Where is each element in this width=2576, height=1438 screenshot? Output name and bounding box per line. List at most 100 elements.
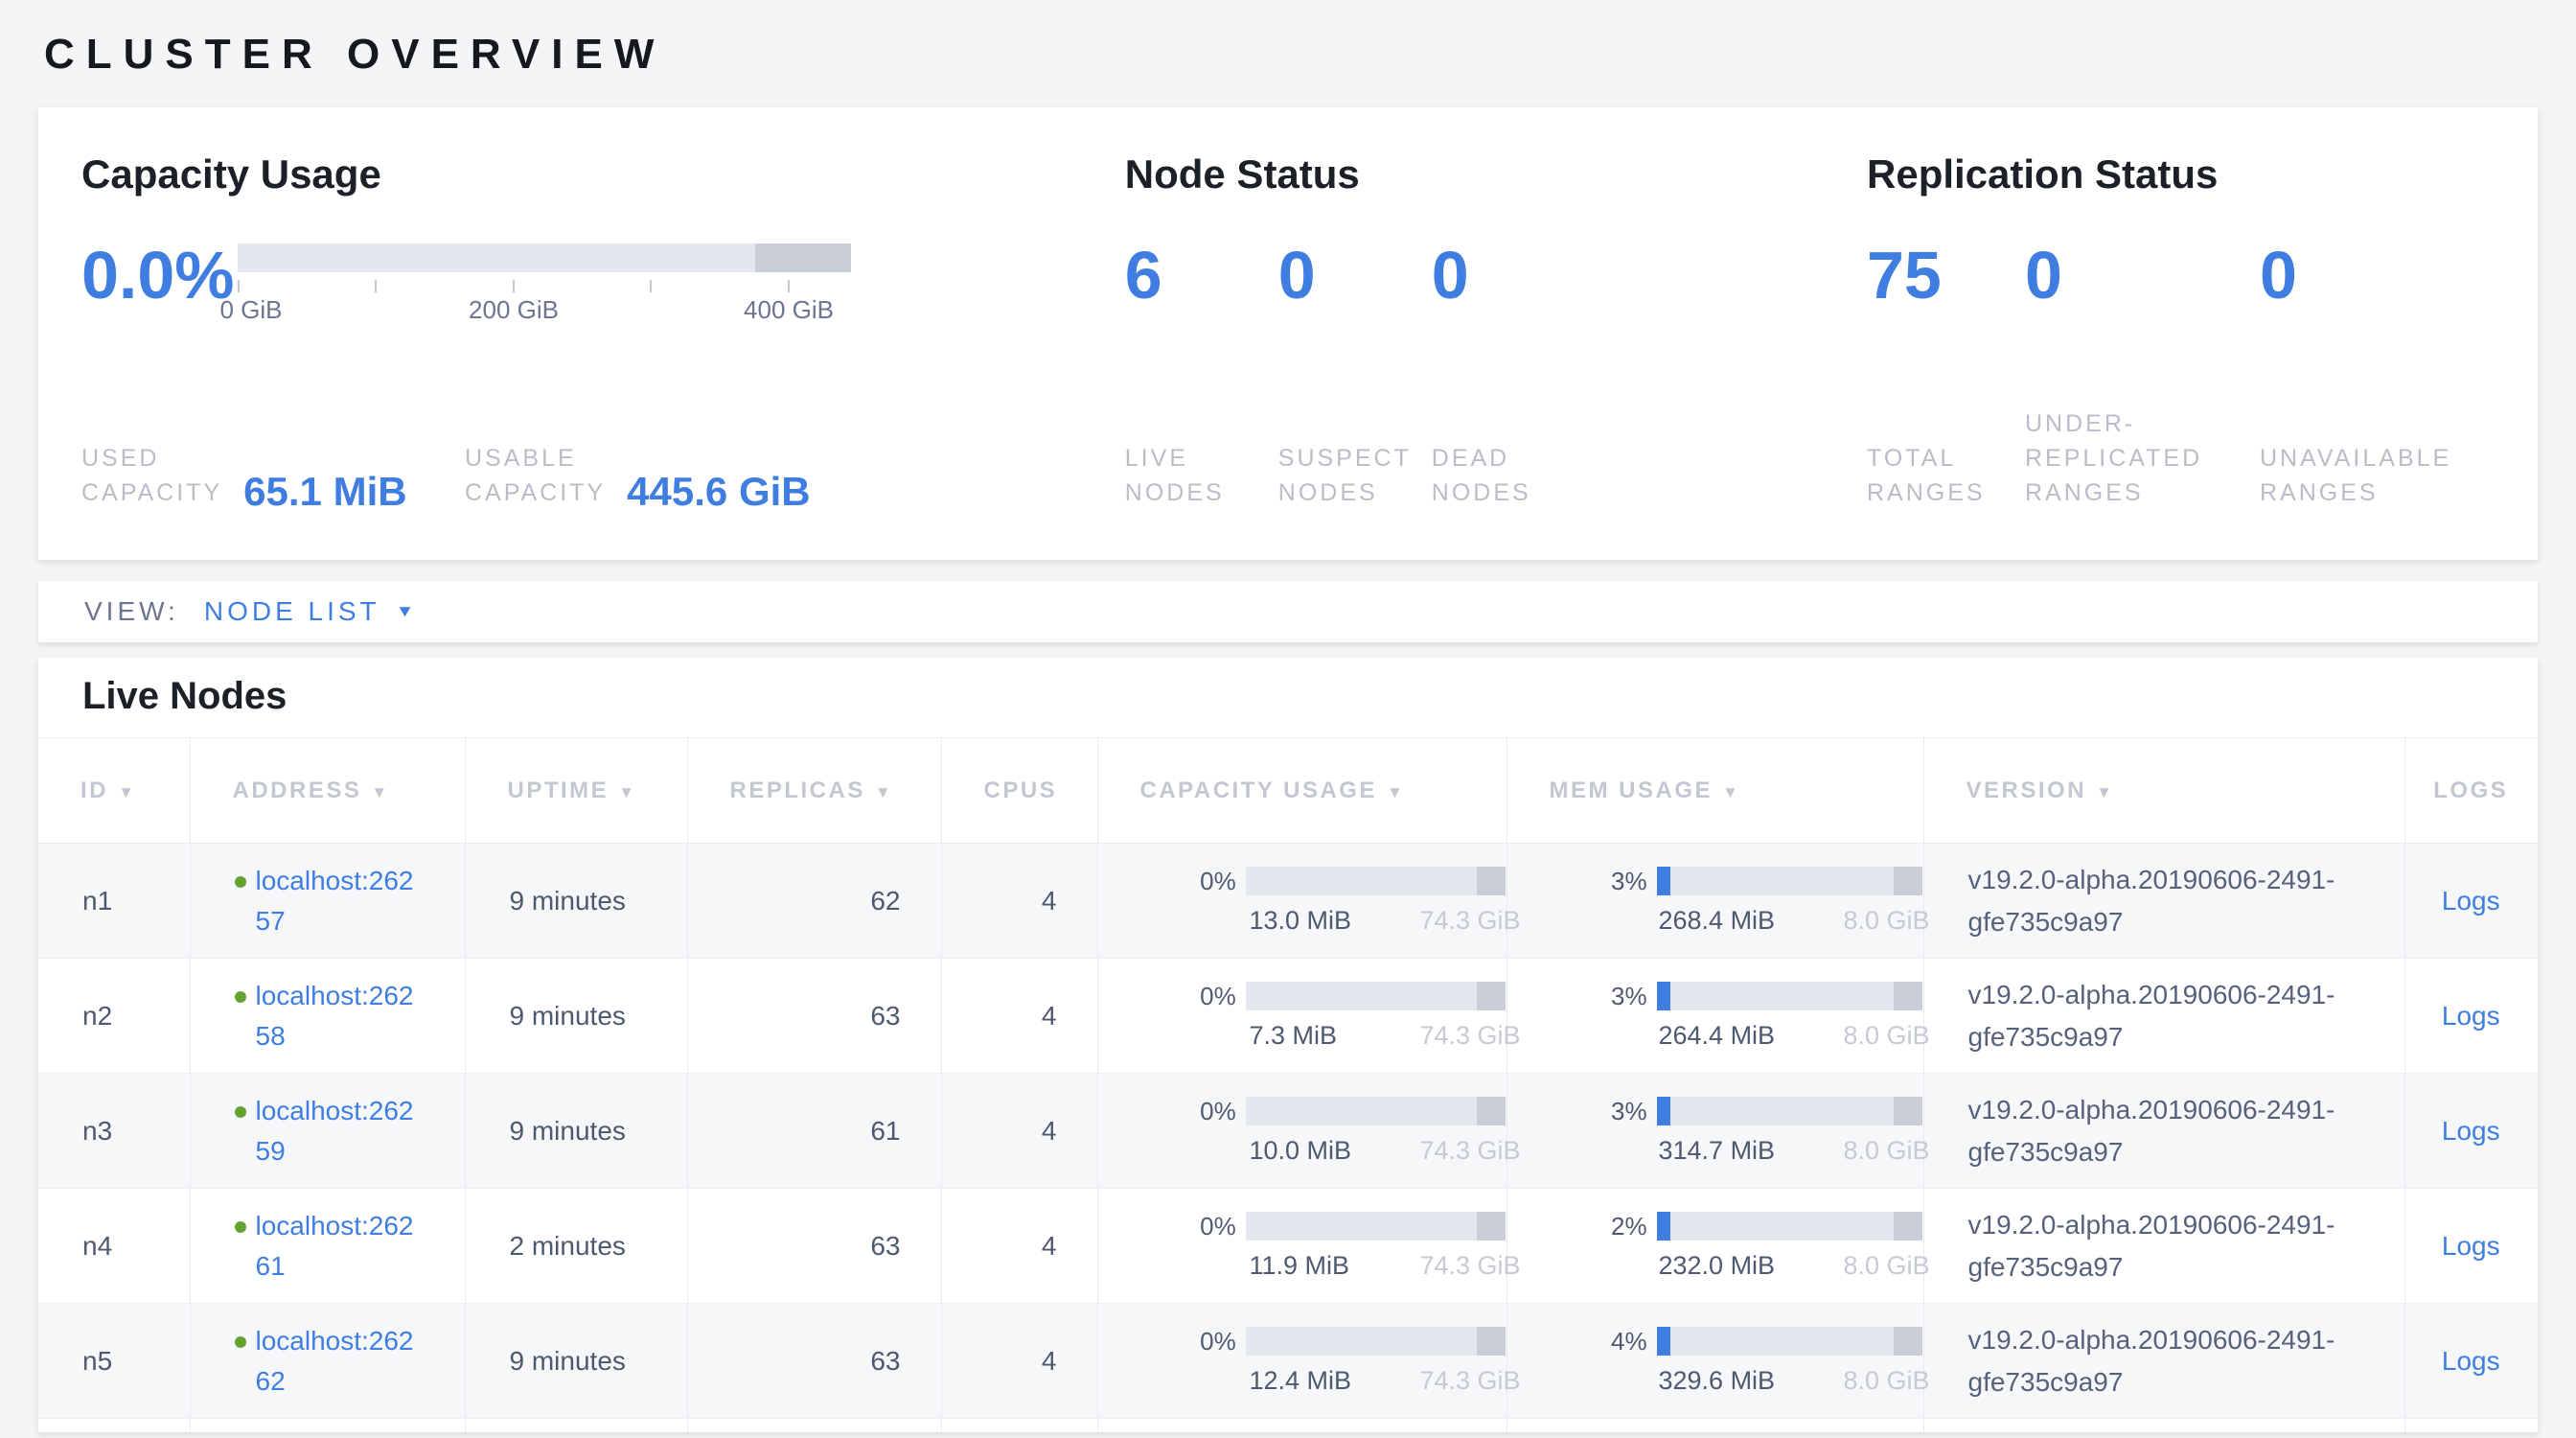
capacity-usage-cell: 0% 10.0 MiB74.3 GiB bbox=[1142, 1097, 1506, 1166]
suspect-nodes-label: SUSPECT NODES bbox=[1278, 441, 1432, 510]
node-address-link[interactable]: localhost:26257 bbox=[256, 861, 414, 941]
capacity-usage-cell: 0% 12.4 MiB74.3 GiB bbox=[1142, 1327, 1506, 1396]
view-selector-bar: VIEW: NODE LIST ▼ bbox=[38, 581, 2538, 642]
column-header-version[interactable]: VERSION▼ bbox=[1923, 738, 2404, 844]
node-id: n4 bbox=[38, 1189, 190, 1304]
sort-icon: ▼ bbox=[371, 783, 389, 801]
node-version: v19.2.0-alpha.20190606-2491-gfe735c9a97 bbox=[1968, 974, 2400, 1058]
mem-mini-bar bbox=[1657, 1097, 1922, 1125]
table-row-n2: n2 localhost:26258 9 minutes 63 4 0% 7.3… bbox=[38, 959, 2538, 1074]
node-uptime: 9 minutes bbox=[465, 959, 687, 1074]
usable-capacity-stat: USABLE CAPACITY 445.6 GiB bbox=[465, 441, 811, 510]
dead-nodes-label: DEAD NODES bbox=[1432, 441, 1585, 510]
sort-icon: ▼ bbox=[1387, 783, 1405, 801]
node-cpus: 4 bbox=[941, 1304, 1097, 1419]
live-nodes-title: Live Nodes bbox=[38, 658, 2538, 737]
live-status-dot bbox=[235, 1106, 246, 1118]
column-header-cpus: CPUS bbox=[941, 738, 1097, 844]
usable-capacity-value: 445.6 GiB bbox=[627, 474, 810, 510]
suspect-nodes-count: 0 bbox=[1278, 242, 1432, 309]
node-replicas: 61 bbox=[687, 1074, 941, 1189]
capacity-bar-reserved-segment bbox=[755, 244, 851, 272]
live-nodes-card: Live Nodes ID▼ ADDRESS▼ UPTIME▼ REPLICAS… bbox=[38, 658, 2538, 1432]
node-status-title: Node Status bbox=[1125, 151, 1867, 197]
view-dropdown[interactable]: NODE LIST ▼ bbox=[204, 596, 419, 627]
logs-link[interactable]: Logs bbox=[2442, 1346, 2500, 1376]
column-header-id[interactable]: ID▼ bbox=[38, 738, 190, 844]
page-title: CLUSTER OVERVIEW bbox=[44, 31, 2538, 79]
node-cpus: 4 bbox=[941, 1074, 1097, 1189]
mem-mini-bar bbox=[1657, 867, 1922, 895]
total-ranges-label: TOTAL RANGES bbox=[1867, 441, 2025, 510]
node-id: n3 bbox=[38, 1074, 190, 1189]
column-header-address[interactable]: ADDRESS▼ bbox=[190, 738, 465, 844]
node-address-link[interactable]: localhost:26259 bbox=[256, 1091, 414, 1171]
column-header-mem-usage[interactable]: MEM USAGE▼ bbox=[1506, 738, 1923, 844]
logs-link[interactable]: Logs bbox=[2442, 1231, 2500, 1261]
node-version: v19.2.0-alpha.20190606-2491-gfe735c9a97 bbox=[1968, 1204, 2400, 1288]
mem-usage-cell: 3% 264.4 MiB8.0 GiB bbox=[1552, 982, 1922, 1051]
node-address-link[interactable]: localhost:26262 bbox=[256, 1321, 414, 1402]
dead-nodes-count: 0 bbox=[1432, 242, 1585, 309]
capacity-axis-labels: 0 GiB 200 GiB 400 GiB bbox=[238, 295, 851, 326]
view-label: VIEW: bbox=[84, 596, 179, 627]
table-header-row: ID▼ ADDRESS▼ UPTIME▼ REPLICAS▼ CPUS CAPA… bbox=[38, 738, 2538, 844]
chevron-down-icon: ▼ bbox=[396, 602, 419, 621]
node-id: n2 bbox=[38, 959, 190, 1074]
column-header-uptime[interactable]: UPTIME▼ bbox=[465, 738, 687, 844]
node-version: v19.2.0-alpha.20190606-2491-gfe735c9a97 bbox=[1968, 1089, 2400, 1173]
node-replicas: 63 bbox=[687, 1304, 941, 1419]
axis-label-200: 200 GiB bbox=[469, 295, 559, 325]
cluster-summary-card: Capacity Usage 0.0% 0 GiB 200 GiB bbox=[38, 107, 2538, 560]
capacity-usage-cell: 0% 11.9 MiB74.3 GiB bbox=[1142, 1212, 1506, 1281]
logs-link[interactable]: Logs bbox=[2442, 1001, 2500, 1031]
under-replicated-ranges-label: UNDER- REPLICATED RANGES bbox=[2025, 406, 2260, 510]
capacity-mini-bar bbox=[1246, 982, 1506, 1010]
node-status-section: Node Status 6 0 0 LIVE NODES SUSPECT NOD… bbox=[1125, 151, 1867, 516]
under-replicated-ranges-count: 0 bbox=[2025, 242, 2260, 309]
node-cpus: 4 bbox=[941, 844, 1097, 959]
logs-link[interactable]: Logs bbox=[2442, 886, 2500, 916]
used-capacity-stat: USED CAPACITY 65.1 MiB bbox=[81, 441, 465, 510]
live-nodes-label: LIVE NODES bbox=[1125, 441, 1278, 510]
node-uptime: 2 minutes bbox=[465, 1189, 687, 1304]
node-id: n5 bbox=[38, 1304, 190, 1419]
capacity-bar bbox=[238, 244, 851, 272]
node-replicas: 63 bbox=[687, 959, 941, 1074]
node-replicas: 62 bbox=[687, 844, 941, 959]
usable-capacity-label: USABLE CAPACITY bbox=[465, 441, 606, 510]
total-ranges-count: 75 bbox=[1867, 242, 2025, 309]
live-nodes-table: ID▼ ADDRESS▼ UPTIME▼ REPLICAS▼ CPUS CAPA… bbox=[38, 737, 2538, 1432]
mem-usage-cell: 3% 268.4 MiB8.0 GiB bbox=[1552, 867, 1922, 936]
live-status-dot bbox=[235, 1221, 246, 1233]
mem-usage-cell: 3% 314.7 MiB8.0 GiB bbox=[1552, 1097, 1922, 1166]
column-header-replicas[interactable]: REPLICAS▼ bbox=[687, 738, 941, 844]
table-row-n4: n4 localhost:26261 2 minutes 63 4 0% 11.… bbox=[38, 1189, 2538, 1304]
column-header-capacity-usage[interactable]: CAPACITY USAGE▼ bbox=[1097, 738, 1506, 844]
axis-label-400: 400 GiB bbox=[744, 295, 834, 325]
capacity-axis-ticks bbox=[238, 280, 851, 293]
mem-mini-bar bbox=[1657, 982, 1922, 1010]
sort-icon: ▼ bbox=[118, 783, 136, 801]
node-address-link[interactable]: localhost:26261 bbox=[256, 1206, 414, 1287]
live-status-dot bbox=[235, 991, 246, 1003]
capacity-mini-bar bbox=[1246, 1327, 1506, 1356]
capacity-usage-cell: 0% 13.0 MiB74.3 GiB bbox=[1142, 867, 1506, 936]
node-uptime: 9 minutes bbox=[465, 1304, 687, 1419]
node-address-link[interactable]: localhost:26258 bbox=[256, 976, 414, 1056]
capacity-usage-cell: 0% 7.3 MiB74.3 GiB bbox=[1142, 982, 1506, 1051]
capacity-mini-bar bbox=[1246, 1212, 1506, 1241]
node-replicas: 63 bbox=[687, 1189, 941, 1304]
unavailable-ranges-label: UNAVAILABLE RANGES bbox=[2260, 441, 2495, 510]
capacity-usage-section: Capacity Usage 0.0% 0 GiB 200 GiB bbox=[81, 151, 1125, 516]
used-capacity-value: 65.1 MiB bbox=[243, 474, 406, 510]
column-header-logs: LOGS bbox=[2404, 738, 2538, 844]
mem-usage-cell: 4% 329.6 MiB8.0 GiB bbox=[1552, 1327, 1922, 1396]
node-uptime: 9 minutes bbox=[465, 844, 687, 959]
capacity-bar-chart: 0 GiB 200 GiB 400 GiB bbox=[238, 244, 851, 326]
table-row-n5: n5 localhost:26262 9 minutes 63 4 0% 12.… bbox=[38, 1304, 2538, 1419]
replication-status-title: Replication Status bbox=[1867, 151, 2495, 197]
node-cpus: 4 bbox=[941, 1189, 1097, 1304]
capacity-percent-value: 0.0% bbox=[81, 242, 238, 326]
logs-link[interactable]: Logs bbox=[2442, 1116, 2500, 1146]
